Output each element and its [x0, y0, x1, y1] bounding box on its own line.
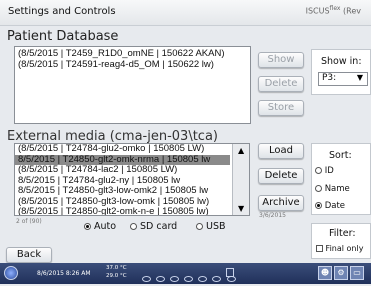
patient-db-item[interactable]: (8/5/2015 | T24591-reag4-d5_OM | 150622 …: [15, 60, 250, 71]
show-in-label: Show in:: [321, 56, 362, 67]
temperature-readout: 37.0 °C 29.0 °C: [106, 264, 127, 280]
brand-name: ISCUS: [305, 6, 330, 16]
filter-panel: Filter: Final only: [311, 223, 371, 259]
brand-suffix: (Rev: [343, 6, 361, 16]
user-icon[interactable]: ☻: [318, 266, 332, 280]
load-button[interactable]: Load: [258, 143, 304, 159]
source-usb-radio[interactable]: USB: [196, 221, 226, 232]
folder-icon[interactable]: ▭: [350, 266, 364, 280]
delete-external-button[interactable]: Delete: [258, 168, 304, 184]
external-item[interactable]: (8/5/2015 | T24784-glu2-omko | 150805 LW…: [15, 144, 230, 155]
radio-icon: [315, 202, 322, 209]
show-in-select[interactable]: P3: ▼: [318, 72, 368, 86]
sort-name-label: Name: [324, 184, 350, 194]
datetime-label: 8/6/2015 8:26 AM: [37, 270, 91, 277]
source-auto-radio[interactable]: Auto: [84, 221, 116, 232]
brand-sup: flex: [329, 5, 341, 12]
external-item[interactable]: (8/5/2015 | T24850-glt3-low-omk | 150805…: [15, 197, 230, 208]
show-button[interactable]: Show: [258, 52, 304, 68]
radio-icon: [130, 223, 137, 230]
radio-icon: [84, 223, 91, 230]
filter-label: Filter:: [329, 228, 356, 239]
status-dot-icon: [212, 276, 222, 282]
external-item[interactable]: (8/5/2015 | T24850-glt2-omk-n-e | 150805…: [15, 207, 230, 215]
title-bar: Settings and Controls ISCUSflex (Rev: [0, 0, 371, 26]
scrollbar[interactable]: ▲ ▼: [232, 144, 249, 215]
sort-date-radio[interactable]: Date: [315, 201, 345, 211]
patient-db-title: Patient Database: [7, 29, 119, 44]
radio-icon: [315, 185, 322, 192]
external-media-list[interactable]: (8/5/2015 | T24784-glu2-omko | 150805 LW…: [14, 143, 250, 216]
archive-date: 3/6/2015: [259, 212, 286, 219]
back-button[interactable]: Back: [6, 247, 52, 263]
list-count: 2 of (90): [16, 218, 42, 225]
external-item[interactable]: 8/5/2015 | T24850-glt3-low-omk2 | 150805…: [15, 186, 230, 197]
external-media-title: External media (cma-jen-03\tca): [7, 129, 218, 144]
show-in-panel: Show in: P3: ▼: [311, 49, 371, 95]
final-only-checkbox[interactable]: Final only: [316, 244, 363, 253]
taskbar: 8/6/2015 8:26 AM 37.0 °C 29.0 °C ☻ ⚙ ▭: [0, 263, 371, 284]
chevron-down-icon: ▼: [356, 73, 363, 82]
checkbox-icon: [316, 245, 323, 252]
gear-icon[interactable]: ⚙: [334, 266, 348, 280]
sort-date-label: Date: [324, 201, 346, 211]
temp1-label: 37.0 °C: [106, 265, 127, 271]
sort-id-label: ID: [324, 166, 334, 176]
delete-patient-button[interactable]: Delete: [258, 76, 304, 92]
status-dot-icon: [184, 276, 194, 282]
power-icon[interactable]: [4, 266, 18, 280]
brand-label: ISCUSflex (Rev: [306, 5, 361, 16]
patient-db-list[interactable]: (8/5/2015 | T2459_R1D0_omNE | 150622 AKA…: [14, 46, 251, 124]
source-usb-label: USB: [206, 221, 226, 232]
status-dot-icon: [198, 276, 208, 282]
radio-icon: [196, 223, 203, 230]
external-item-selected[interactable]: 8/5/2015 | T24850-glt2-omk-nrma | 150805…: [15, 154, 230, 165]
sort-panel: Sort: ID Name Date: [311, 143, 371, 215]
status-dot-icon: [156, 276, 166, 282]
radio-icon: [315, 167, 322, 174]
status-dot-icon: [142, 276, 151, 282]
window-title: Settings and Controls: [8, 6, 116, 17]
archive-button[interactable]: Archive: [258, 195, 304, 211]
source-sd-label: SD card: [140, 221, 178, 232]
store-button[interactable]: Store: [258, 100, 304, 116]
external-item[interactable]: 8/5/2015 | T24784-glu2-ny | 150805 lw: [15, 176, 230, 187]
external-item[interactable]: (8/5/2015 | T24784-lac2 | 150805 LW): [15, 165, 230, 176]
sort-name-radio[interactable]: Name: [315, 184, 350, 194]
status-dots: [142, 267, 236, 286]
status-dot-icon: [170, 276, 180, 282]
source-sd-radio[interactable]: SD card: [130, 221, 177, 232]
final-only-label: Final only: [325, 244, 364, 253]
scroll-up-icon[interactable]: ▲: [238, 146, 244, 155]
patient-db-item[interactable]: (8/5/2015 | T2459_R1D0_omNE | 150622 AKA…: [15, 47, 250, 60]
source-auto-label: Auto: [94, 221, 117, 232]
device-icon: [226, 268, 234, 277]
sort-label: Sort:: [329, 150, 352, 161]
scroll-down-icon[interactable]: ▼: [238, 204, 244, 213]
sort-id-radio[interactable]: ID: [315, 166, 334, 176]
temp2-label: 29.0 °C: [106, 273, 127, 279]
show-in-value: P3:: [322, 73, 337, 83]
